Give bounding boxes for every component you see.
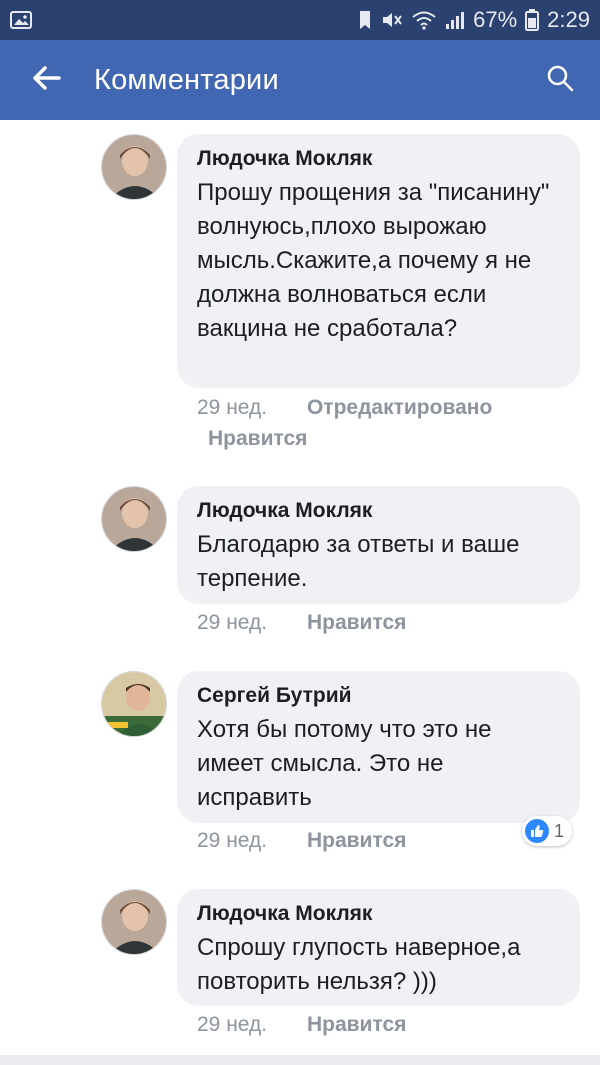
comment-text: Хотя бы потому что это не имеет смысла. … — [197, 716, 492, 811]
comment-composer-edge — [0, 1055, 600, 1065]
comment-meta: 29 нед. Отредактировано — [197, 393, 492, 423]
comment-author[interactable]: Сергей Бутрий — [197, 683, 560, 709]
signal-icon — [445, 10, 465, 30]
comment-meta: 29 нед. Нравится — [197, 826, 406, 856]
comment-text: Спрошу глупость наверное,а повторить нел… — [197, 934, 521, 995]
comment-author[interactable]: Людочка Мокляк — [197, 901, 560, 927]
edited-label[interactable]: Отредактировано — [307, 393, 492, 423]
comment-text: Благодарю за ответы и ваше терпение. — [197, 531, 520, 592]
comment-meta: 29 нед. Нравится — [197, 1010, 406, 1040]
gallery-icon — [10, 11, 32, 29]
like-button[interactable]: Нравится — [208, 424, 307, 454]
like-button[interactable]: Нравится — [307, 1010, 406, 1040]
comment-time[interactable]: 29 нед. — [197, 393, 267, 423]
comment-bubble[interactable]: Людочка Мокляк Благодарю за ответы и ваш… — [177, 486, 580, 604]
search-icon — [546, 64, 574, 97]
avatar[interactable] — [101, 889, 167, 955]
comment-bubble[interactable]: Людочка Мокляк Спрошу глупость наверное,… — [177, 889, 580, 1006]
comment-meta: 29 нед. Нравится — [197, 608, 406, 638]
mute-icon — [381, 10, 403, 30]
comment-time[interactable]: 29 нед. — [197, 826, 267, 856]
comment-author[interactable]: Людочка Мокляк — [197, 498, 560, 524]
battery-icon — [525, 9, 540, 31]
like-button[interactable]: Нравится — [307, 826, 406, 856]
comment-bubble[interactable]: Людочка Мокляк Прошу прощения за "писани… — [177, 134, 580, 388]
clock: 2:29 — [547, 7, 590, 32]
back-arrow-icon — [31, 65, 61, 96]
avatar[interactable] — [101, 671, 167, 737]
save-icon — [357, 10, 373, 30]
page-title: Комментарии — [94, 63, 279, 96]
reaction-count: 1 — [554, 820, 565, 841]
comment-actions: Нравится — [208, 424, 307, 454]
avatar[interactable] — [101, 134, 167, 200]
like-reaction-icon — [525, 819, 549, 843]
like-button[interactable]: Нравится — [307, 608, 406, 638]
app-bar: Комментарии — [0, 40, 600, 120]
comment-author[interactable]: Людочка Мокляк — [197, 146, 560, 172]
comment-time[interactable]: 29 нед. — [197, 1010, 267, 1040]
reaction-badge[interactable]: 1 — [522, 816, 573, 846]
wifi-icon — [411, 10, 437, 30]
avatar[interactable] — [101, 486, 167, 552]
battery-percent: 67% — [473, 7, 518, 32]
status-bar: 67% 2:29 — [0, 0, 600, 40]
comment-bubble[interactable]: Сергей Бутрий Хотя бы потому что это не … — [177, 671, 580, 823]
back-button[interactable] — [0, 40, 94, 120]
comment-time[interactable]: 29 нед. — [197, 608, 267, 638]
comment-text: Прошу прощения за "писанину" волнуюсь,пл… — [197, 179, 550, 342]
search-button[interactable] — [520, 40, 600, 120]
